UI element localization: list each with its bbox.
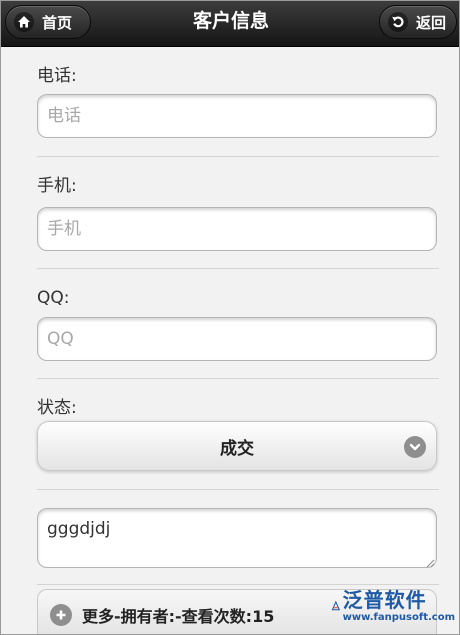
- plus-icon: [50, 604, 72, 626]
- phone-field-group: 电话:: [37, 47, 439, 138]
- status-label: 状态:: [37, 398, 77, 418]
- watermark-name: 泛普软件: [342, 588, 427, 612]
- watermark-url: www.fanpusoft.com: [342, 612, 455, 623]
- phone-label: 电话:: [37, 66, 77, 86]
- mobile-label: 手机:: [37, 176, 77, 196]
- home-button-label: 首页: [42, 13, 73, 32]
- status-select[interactable]: 成交: [37, 421, 437, 471]
- fanpu-logo-icon: [331, 600, 341, 611]
- page-title: 客户信息: [192, 10, 269, 32]
- back-arrow-icon: [388, 12, 408, 32]
- watermark-logo: 泛普软件 www.fanpusoft.com: [331, 581, 455, 631]
- header-bar: 首页 客户信息 返回: [1, 1, 459, 47]
- customer-form: 电话: 手机: QQ: 状态: 成交: [37, 47, 439, 634]
- notes-textarea[interactable]: gggdjdj: [37, 508, 437, 568]
- status-field-group: 状态: 成交: [37, 379, 439, 471]
- back-button-label: 返回: [416, 13, 447, 32]
- resize-handle-icon[interactable]: [425, 558, 435, 568]
- notes-field-group: gggdjdj: [37, 490, 439, 572]
- qq-field-group: QQ:: [37, 269, 439, 361]
- status-selected-value: 成交: [220, 438, 254, 459]
- home-icon: [14, 12, 34, 32]
- qq-input[interactable]: [37, 317, 437, 361]
- mobile-field-group: 手机:: [37, 157, 439, 251]
- chevron-down-icon: [404, 436, 426, 458]
- qq-label: QQ:: [37, 288, 70, 308]
- home-button[interactable]: 首页: [5, 5, 91, 39]
- phone-input[interactable]: [37, 94, 437, 138]
- mobile-input[interactable]: [37, 207, 437, 251]
- app-frame: 首页 客户信息 返回 电话: 手机: QQ:: [0, 0, 460, 635]
- more-collapsible-label: 更多-拥有者:-查看次数:15: [82, 607, 275, 626]
- back-button[interactable]: 返回: [379, 5, 457, 39]
